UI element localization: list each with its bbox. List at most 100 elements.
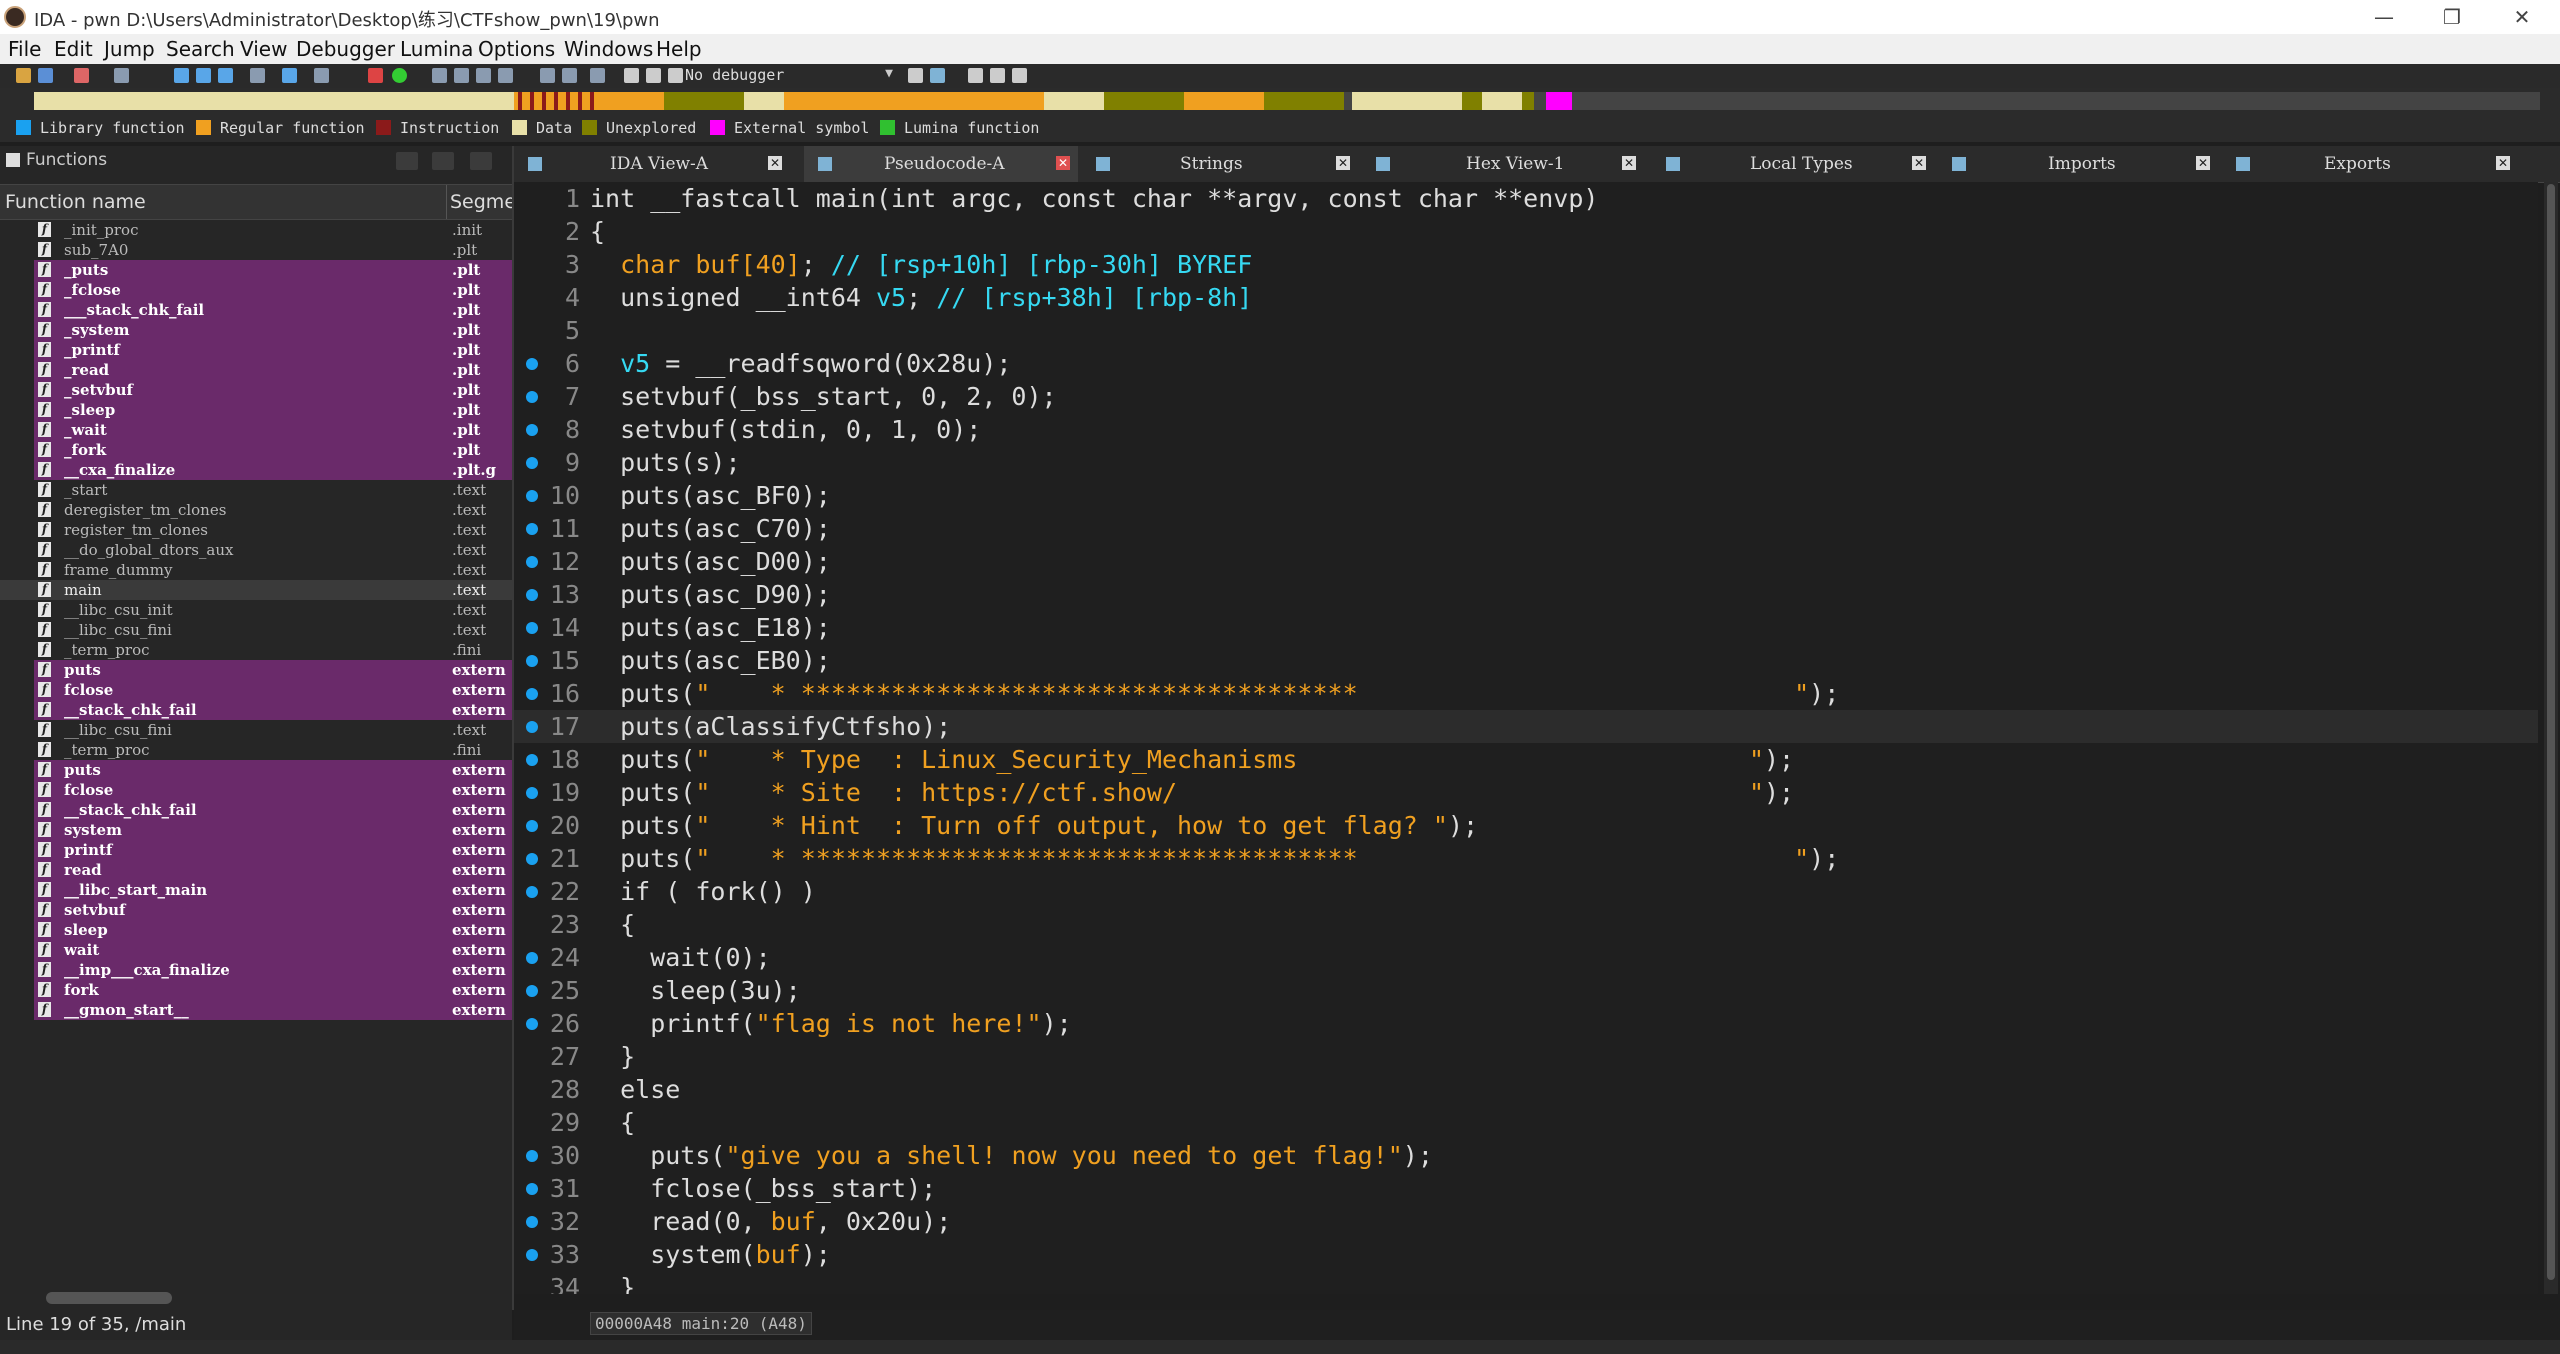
enum-icon[interactable] [454, 68, 469, 83]
code-line[interactable]: 16 puts(" * ****************************… [514, 677, 2538, 710]
code-line[interactable]: 15 puts(asc_EB0); [514, 644, 2538, 677]
function-row[interactable]: f _init_proc .init [0, 220, 512, 240]
run-to-cursor-icon[interactable] [1012, 68, 1027, 83]
function-row[interactable]: f __libc_csu_fini .text [0, 620, 512, 640]
function-row[interactable]: f setvbuf extern [0, 900, 512, 920]
code-line[interactable]: 12 puts(asc_D00); [514, 545, 2538, 578]
tab-close-icon[interactable]: ✕ [2496, 156, 2510, 170]
function-row[interactable]: f __gmon_start__ extern [0, 1000, 512, 1020]
attach-icon[interactable] [908, 68, 923, 83]
function-row[interactable]: f wait extern [0, 940, 512, 960]
code-line[interactable]: 11 puts(asc_C70); [514, 512, 2538, 545]
menu-windows[interactable]: Windows [564, 37, 653, 61]
function-row[interactable]: f _sleep .plt [0, 400, 512, 420]
function-row[interactable]: f ___stack_chk_fail .plt [0, 300, 512, 320]
function-row[interactable]: f fclose extern [0, 680, 512, 700]
function-row[interactable]: f __cxa_finalize .plt.g [0, 460, 512, 480]
text-view-icon[interactable] [196, 68, 211, 83]
close-button[interactable]: ✕ [2494, 2, 2550, 32]
code-line[interactable]: 34 } [514, 1271, 2538, 1294]
processes-icon[interactable] [930, 68, 945, 83]
tab-local-types[interactable]: Local Types ✕ [1652, 146, 1934, 182]
functions-horizontal-scrollbar[interactable] [46, 1292, 172, 1304]
code-line[interactable]: 6 v5 = __readfsqword(0x28u); [514, 347, 2538, 380]
function-row[interactable]: f main .text [0, 580, 512, 600]
menu-view[interactable]: View [240, 37, 287, 61]
stop-debug-icon[interactable] [668, 68, 683, 83]
back-icon[interactable] [74, 68, 89, 83]
tab-imports[interactable]: Imports ✕ [1938, 146, 2218, 182]
function-row[interactable]: f _printf .plt [0, 340, 512, 360]
code-line[interactable]: 7 setvbuf(_bss_start, 0, 2, 0); [514, 380, 2538, 413]
tab-hex-view-1[interactable]: Hex View-1 ✕ [1362, 146, 1644, 182]
code-line[interactable]: 28 else [514, 1073, 2538, 1106]
function-row[interactable]: f sleep extern [0, 920, 512, 940]
maximize-button[interactable]: ❐ [2424, 2, 2480, 32]
pause-icon[interactable] [646, 68, 661, 83]
code-line[interactable]: 23 { [514, 908, 2538, 941]
menu-lumina[interactable]: Lumina [400, 37, 473, 61]
tab-ida-view-a[interactable]: IDA View-A ✕ [514, 146, 790, 182]
type-icon[interactable] [314, 68, 329, 83]
data-icon[interactable] [562, 68, 577, 83]
function-row[interactable]: f read extern [0, 860, 512, 880]
function-row[interactable]: f _term_proc .fini [0, 640, 512, 660]
code-line[interactable]: 22 if ( fork() ) [514, 875, 2538, 908]
jump-icon[interactable] [282, 68, 297, 83]
function-row[interactable]: f deregister_tm_clones .text [0, 500, 512, 520]
code-line[interactable]: 9 puts(s); [514, 446, 2538, 479]
code-line[interactable]: 20 puts(" * Hint : Turn off output, how … [514, 809, 2538, 842]
function-row[interactable]: f printf extern [0, 840, 512, 860]
function-row[interactable]: f puts extern [0, 660, 512, 680]
function-row[interactable]: f puts extern [0, 760, 512, 780]
menu-options[interactable]: Options [478, 37, 555, 61]
minimize-button[interactable]: — [2356, 2, 2412, 32]
debugger-select[interactable]: No debugger ▼ [685, 66, 895, 86]
code-line[interactable]: 8 setvbuf(stdin, 0, 1, 0); [514, 413, 2538, 446]
function-row[interactable]: f _setvbuf .plt [0, 380, 512, 400]
code-line[interactable]: 30 puts("give you a shell! now you need … [514, 1139, 2538, 1172]
tab-exports[interactable]: Exports ✕ [2222, 146, 2518, 182]
function-row[interactable]: f _start .text [0, 480, 512, 500]
function-row[interactable]: f fork extern [0, 980, 512, 1000]
code-line[interactable]: 29 { [514, 1106, 2538, 1139]
panel-close-button[interactable] [470, 152, 492, 170]
code-line[interactable]: 21 puts(" * ****************************… [514, 842, 2538, 875]
function-row[interactable]: f __libc_csu_init .text [0, 600, 512, 620]
function-row[interactable]: f __libc_start_main extern [0, 880, 512, 900]
column-header-function-name[interactable]: Function name [5, 191, 146, 213]
code-line[interactable]: 3 char buf[40]; // [rsp+10h] [rbp-30h] B… [514, 248, 2538, 281]
function-row[interactable]: f _puts .plt [0, 260, 512, 280]
menu-debugger[interactable]: Debugger [296, 37, 395, 61]
tab-close-icon[interactable]: ✕ [2196, 156, 2210, 170]
forward-icon[interactable] [114, 68, 129, 83]
copy-icon[interactable] [250, 68, 265, 83]
function-row[interactable]: f sub_7A0 .plt [0, 240, 512, 260]
code-line[interactable]: 5 [514, 314, 2538, 347]
code-line[interactable]: 31 fclose(_bss_start); [514, 1172, 2538, 1205]
step-over-icon[interactable] [990, 68, 1005, 83]
tab-close-icon[interactable]: ✕ [768, 156, 782, 170]
stop-icon[interactable] [368, 68, 383, 83]
code-line[interactable]: 18 puts(" * Type : Linux_Security_Mechan… [514, 743, 2538, 776]
function-row[interactable]: f _read .plt [0, 360, 512, 380]
function-row[interactable]: f _fclose .plt [0, 280, 512, 300]
tab-pseudocode-a[interactable]: Pseudocode-A ✕ [804, 146, 1078, 182]
code-line[interactable]: 4 unsigned __int64 v5; // [rsp+38h] [rbp… [514, 281, 2538, 314]
tab-close-icon[interactable]: ✕ [1622, 156, 1636, 170]
code-line[interactable]: 17 puts(aClassifyCtfsho); [514, 710, 2538, 743]
play-icon[interactable] [624, 68, 639, 83]
tab-close-icon[interactable]: ✕ [1056, 156, 1070, 170]
function-row[interactable]: f fclose extern [0, 780, 512, 800]
function-row[interactable]: f __do_global_dtors_aux .text [0, 540, 512, 560]
graph-icon[interactable] [174, 68, 189, 83]
function-row[interactable]: f __imp___cxa_finalize extern [0, 960, 512, 980]
pseudocode-vertical-scrollbar[interactable] [2544, 182, 2558, 1294]
menu-jump[interactable]: Jump [104, 37, 155, 61]
tab-strings[interactable]: Strings ✕ [1082, 146, 1358, 182]
navigation-bar[interactable] [34, 92, 2540, 110]
function-icon[interactable] [498, 68, 513, 83]
function-row[interactable]: f __libc_csu_fini .text [0, 720, 512, 740]
code-line[interactable]: 24 wait(0); [514, 941, 2538, 974]
panel-float-button[interactable] [396, 152, 418, 170]
